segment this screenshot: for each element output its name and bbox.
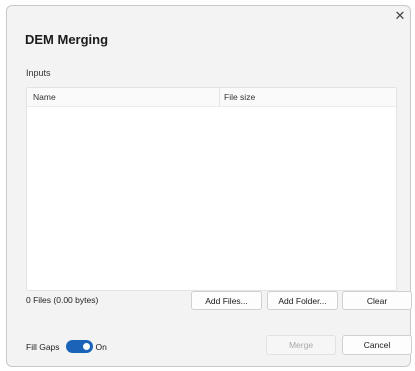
merge-button[interactable]: Merge [266,335,336,355]
inputs-file-table[interactable]: Name File size [26,87,397,291]
dialog-title: DEM Merging [25,32,109,47]
table-header: Name File size [27,88,396,107]
add-folder-button[interactable]: Add Folder... [267,291,338,310]
fill-gaps-control: Fill Gaps On [26,340,107,353]
inputs-label: Inputs [26,68,51,78]
cancel-button[interactable]: Cancel [342,335,412,355]
fill-gaps-toggle[interactable] [65,340,93,353]
fill-gaps-state: On [95,341,107,352]
column-header-name[interactable]: Name [27,88,220,106]
add-files-button[interactable]: Add Files... [191,291,262,310]
close-icon[interactable]: ✕ [390,6,410,26]
column-header-file-size[interactable]: File size [220,92,396,102]
toggle-knob [82,343,90,350]
clear-button[interactable]: Clear [342,291,412,310]
dem-merging-dialog: ✕ DEM Merging Inputs Name File size 0 Fi… [6,5,412,367]
files-summary: 0 Files (0.00 bytes) [26,295,99,305]
fill-gaps-label: Fill Gaps [26,341,60,352]
